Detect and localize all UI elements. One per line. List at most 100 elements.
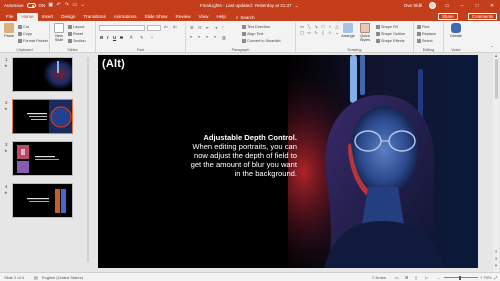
ribbon-display-icon[interactable]: ▭ xyxy=(443,3,451,9)
quick-styles-button[interactable]: Quick Styles xyxy=(357,23,373,42)
slide-thumbnail-4[interactable] xyxy=(12,183,73,218)
decrease-indent-icon[interactable]: ⇤ xyxy=(206,25,209,30)
grow-font-icon[interactable]: A↑ xyxy=(164,25,168,29)
align-center-icon[interactable]: ≡ xyxy=(198,35,200,39)
rounded-rect-shape-icon[interactable]: ▢ xyxy=(299,30,305,35)
font-size-field[interactable] xyxy=(147,25,161,31)
close-icon[interactable]: ✕ xyxy=(488,3,496,9)
textbox-shape-icon[interactable]: ▭ xyxy=(299,24,305,29)
tab-file[interactable]: File xyxy=(2,13,17,21)
copy-button[interactable]: Copy xyxy=(18,32,32,36)
columns-icon[interactable]: ▥ xyxy=(222,35,226,40)
slide-thumbnail-1[interactable] xyxy=(12,57,73,92)
align-text-button[interactable]: Align Text xyxy=(242,32,263,36)
minimize-icon[interactable]: – xyxy=(458,3,466,9)
new-slide-button[interactable]: New Slide xyxy=(52,23,66,42)
align-right-icon[interactable]: ≡ xyxy=(206,35,208,39)
slide-thumbnail-2[interactable] xyxy=(12,99,73,134)
scrollbar-thumb[interactable] xyxy=(494,59,498,99)
language-indicator[interactable]: English (United States) xyxy=(42,275,83,280)
increase-indent-icon[interactable]: ⇥ xyxy=(214,25,217,30)
zoom-out-icon[interactable]: – xyxy=(438,275,440,280)
underline-button[interactable]: U xyxy=(113,35,116,40)
tell-me-search[interactable]: ⌕ Search xyxy=(230,13,255,21)
highlight-icon[interactable]: ✎ xyxy=(140,35,143,40)
font-name-field[interactable] xyxy=(99,25,145,31)
tab-slide-show[interactable]: Slide Show xyxy=(141,13,172,21)
dictate-button[interactable]: Dictate xyxy=(449,23,463,38)
bullets-icon[interactable]: ☰ xyxy=(190,25,193,30)
undo-icon[interactable]: ↶ xyxy=(56,3,61,8)
normal-view-icon[interactable]: ▭ xyxy=(395,275,399,280)
strikethrough-button[interactable]: S xyxy=(120,35,123,40)
justify-icon[interactable]: ≡ xyxy=(214,35,216,39)
current-slide[interactable]: (Alt) Adjustable Depth Control. When edi… xyxy=(98,55,478,268)
bold-button[interactable]: B xyxy=(100,35,103,40)
thumbnails-scrollbar[interactable] xyxy=(87,57,89,262)
vertical-scrollbar[interactable]: ▲ ⇞ ⇟ ▼ xyxy=(493,53,499,272)
block-arrow-shape-icon[interactable]: ⇨ xyxy=(306,30,312,35)
section-button[interactable]: Section xyxy=(68,39,86,43)
tab-insert[interactable]: Insert xyxy=(38,13,58,21)
replace-button[interactable]: Replace xyxy=(417,32,436,36)
star-shape-icon[interactable]: ☆ xyxy=(327,30,333,35)
zoom-slider-handle[interactable] xyxy=(459,275,461,280)
find-button[interactable]: Find xyxy=(417,25,429,29)
zoom-slider[interactable] xyxy=(444,277,478,278)
tab-help[interactable]: Help xyxy=(212,13,229,21)
oval-shape-icon[interactable]: ○ xyxy=(327,24,333,29)
notes-button[interactable]: ≡ Notes xyxy=(372,275,386,280)
brace-shape-icon[interactable]: { xyxy=(320,30,326,35)
format-painter-button[interactable]: Format Painter xyxy=(18,39,48,43)
user-name[interactable]: Ove Skål xyxy=(404,3,422,8)
text-direction-button[interactable]: Text Direction xyxy=(242,25,270,29)
curve-shape-icon[interactable]: ∿ xyxy=(313,30,319,35)
tab-review[interactable]: Review xyxy=(172,13,195,21)
share-button[interactable]: Share xyxy=(438,12,458,20)
numbering-icon[interactable]: ☷ xyxy=(198,25,201,30)
tab-view[interactable]: View xyxy=(195,13,213,21)
line-shape-icon[interactable]: ╲ xyxy=(306,24,312,29)
spelling-icon[interactable]: ▤ xyxy=(34,275,38,280)
alt-label[interactable]: (Alt) xyxy=(102,58,125,70)
arrange-button[interactable]: Arrange xyxy=(340,23,356,38)
shape-effects-button[interactable]: Shape Effects xyxy=(376,39,405,43)
avatar[interactable] xyxy=(429,2,436,9)
present-icon[interactable]: ▭ xyxy=(72,3,77,8)
tab-animations[interactable]: Animations xyxy=(110,13,141,21)
maximize-icon[interactable]: □ xyxy=(473,3,481,9)
tab-design[interactable]: Design xyxy=(57,13,79,21)
redo-icon[interactable]: ↷ xyxy=(64,3,69,8)
italic-button[interactable]: I xyxy=(107,35,108,40)
slide-thumbnail-3[interactable] xyxy=(12,141,73,176)
reset-button[interactable]: Reset xyxy=(68,32,83,36)
layout-button[interactable]: Layout xyxy=(68,25,84,29)
fit-to-window-icon[interactable]: ⤢ xyxy=(494,275,497,280)
autosave-toggle[interactable] xyxy=(26,3,36,8)
tab-transitions[interactable]: Transitions xyxy=(79,13,109,21)
shape-fill-button[interactable]: Shape Fill xyxy=(376,25,398,29)
customize-qat-icon[interactable]: ⌄ xyxy=(80,3,85,8)
next-slide-icon[interactable]: ⇟ xyxy=(493,256,499,261)
shrink-font-icon[interactable]: A↓ xyxy=(173,25,177,29)
scroll-up-icon[interactable]: ▲ xyxy=(493,53,499,58)
paste-button[interactable]: Paste xyxy=(2,23,16,38)
arrow-shape-icon[interactable]: ↘ xyxy=(313,24,319,29)
slideshow-view-icon[interactable]: ▷ xyxy=(425,275,428,280)
align-left-icon[interactable]: ≡ xyxy=(190,35,192,39)
collapse-ribbon-icon[interactable]: ⌃ xyxy=(490,45,493,50)
shape-outline-button[interactable]: Shape Outline xyxy=(376,32,405,36)
tab-home[interactable]: Home xyxy=(17,13,38,21)
convert-smartart-button[interactable]: Convert to SmartArt xyxy=(242,39,281,43)
slide-text-box[interactable]: Adjustable Depth Control. When editing p… xyxy=(186,133,297,179)
char-spacing-icon[interactable]: ↔ xyxy=(150,35,154,39)
rectangle-shape-icon[interactable]: □ xyxy=(320,24,326,29)
reading-view-icon[interactable]: ▯ xyxy=(415,275,417,280)
prev-slide-icon[interactable]: ⇞ xyxy=(493,249,499,254)
cut-button[interactable]: Cut xyxy=(18,25,29,29)
scroll-down-icon[interactable]: ▼ xyxy=(493,263,499,268)
select-button[interactable]: Select xyxy=(417,39,433,43)
save-icon[interactable]: ▣ xyxy=(48,3,53,8)
line-spacing-icon[interactable]: ↕ xyxy=(222,25,224,29)
zoom-level[interactable]: + 79% xyxy=(480,275,491,280)
